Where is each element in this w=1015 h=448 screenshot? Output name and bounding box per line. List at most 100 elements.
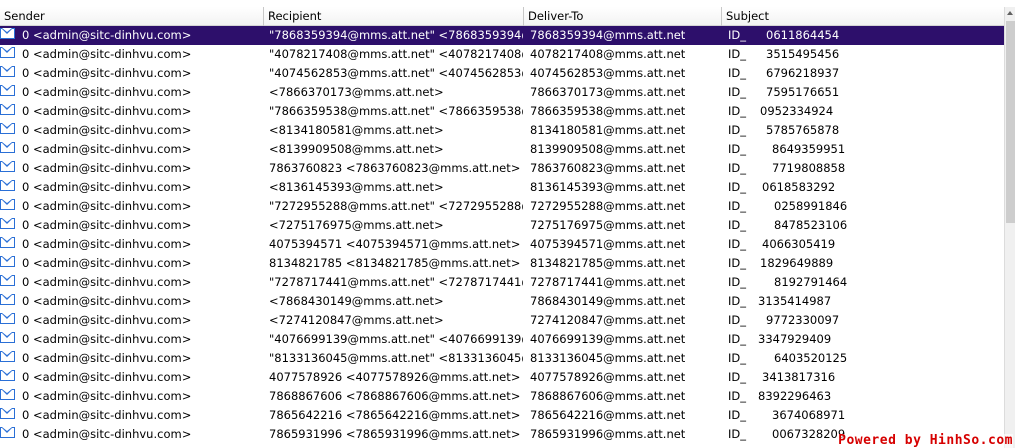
- deliver-to-cell: 7275176975@mms.att.net: [530, 218, 686, 232]
- deliver-to-cell: 4074562853@mms.att.net: [530, 66, 686, 80]
- subject-cell: ID_ 8192791464: [728, 273, 1004, 292]
- message-row[interactable]: 0 <admin@sitc-dinhvu.com> "4076699139@mms…: [0, 330, 1004, 349]
- recipient-cell: 7863760823 <7863760823@mms.att.net>: [269, 161, 521, 175]
- message-row[interactable]: 0 <admin@sitc-dinhvu.com> <8136145393@mms…: [0, 178, 1004, 197]
- scroll-thumb[interactable]: [1006, 21, 1015, 223]
- watermark-text: Powered by HinhSo.com: [838, 433, 1013, 448]
- subject-cell: ID_ 9772330097: [728, 311, 1004, 330]
- envelope-icon: [0, 406, 18, 425]
- recipient-cell: <7868430149@mms.att.net>: [269, 294, 444, 308]
- envelope-icon: [0, 311, 18, 330]
- subject-prefix: ID_: [728, 408, 746, 422]
- scroll-up-arrow-icon[interactable]: [1005, 7, 1015, 19]
- message-row[interactable]: 0 <admin@sitc-dinhvu.com> "7866359538@mms…: [0, 102, 1004, 121]
- message-row[interactable]: 0 <admin@sitc-dinhvu.com> 4077578926 <407…: [0, 368, 1004, 387]
- message-row[interactable]: 0 <admin@sitc-dinhvu.com> <7868430149@mms…: [0, 292, 1004, 311]
- message-row[interactable]: 0 <admin@sitc-dinhvu.com> <7275176975@mms…: [0, 216, 1004, 235]
- sender-cell: 0 <admin@sitc-dinhvu.com>: [22, 123, 192, 137]
- deliver-to-cell: 8133136045@mms.att.net: [530, 351, 686, 365]
- subject-prefix: ID_: [728, 275, 746, 289]
- message-row[interactable]: 0 <admin@sitc-dinhvu.com> "8133136045@mms…: [0, 349, 1004, 368]
- subject-number: 5785765878: [766, 123, 840, 137]
- subject-prefix: ID_: [728, 389, 746, 403]
- subject-prefix: ID_: [728, 123, 746, 137]
- column-header-subject[interactable]: Subject: [722, 7, 1004, 26]
- subject-cell: ID_ 8478523106: [728, 216, 1004, 235]
- subject-cell: ID_ 5785765878: [728, 121, 1004, 140]
- message-row[interactable]: 0 <admin@sitc-dinhvu.com> <7866370173@mms…: [0, 83, 1004, 102]
- deliver-to-cell: 7865931996@mms.att.net: [530, 427, 686, 441]
- subject-number: 7595176651: [766, 85, 840, 99]
- recipient-cell: <7275176975@mms.att.net>: [269, 218, 444, 232]
- message-row[interactable]: 0 <admin@sitc-dinhvu.com> "4078217408@mms…: [0, 45, 1004, 64]
- subject-number: 3135414987: [758, 294, 832, 308]
- message-row[interactable]: 0 <admin@sitc-dinhvu.com> "7868359394@mms…: [0, 26, 1004, 45]
- subject-prefix: ID_: [728, 199, 746, 213]
- envelope-icon: [0, 216, 18, 235]
- sender-cell: 0 <admin@sitc-dinhvu.com>: [22, 66, 192, 80]
- sender-cell: 0 <admin@sitc-dinhvu.com>: [22, 161, 192, 175]
- subject-prefix: ID_: [728, 104, 746, 118]
- recipient-cell: "7272955288@mms.att.net" <7272955288@mm.…: [269, 199, 523, 213]
- sender-cell: 0 <admin@sitc-dinhvu.com>: [22, 370, 192, 384]
- message-list[interactable]: Sender Recipient Deliver-To Subject 0 <a…: [0, 0, 1004, 448]
- envelope-icon: [0, 292, 18, 311]
- message-row[interactable]: 0 <admin@sitc-dinhvu.com> 4075394571 <407…: [0, 235, 1004, 254]
- column-header-bar: Sender Recipient Deliver-To Subject: [0, 7, 1004, 26]
- message-row[interactable]: 0 <admin@sitc-dinhvu.com> "7272955288@mms…: [0, 197, 1004, 216]
- sender-cell: 0 <admin@sitc-dinhvu.com>: [22, 389, 192, 403]
- envelope-icon: [0, 64, 18, 83]
- deliver-to-cell: 7868867606@mms.att.net: [530, 389, 686, 403]
- recipient-cell: <7866370173@mms.att.net>: [269, 85, 444, 99]
- message-row[interactable]: 0 <admin@sitc-dinhvu.com> "7278717441@mms…: [0, 273, 1004, 292]
- subject-prefix: ID_: [728, 332, 746, 346]
- subject-cell: ID_ 0952334924: [728, 102, 1004, 121]
- message-row[interactable]: 0 <admin@sitc-dinhvu.com> 7863760823 <786…: [0, 159, 1004, 178]
- subject-number: 3413817316: [762, 370, 836, 384]
- deliver-to-cell: 4076699139@mms.att.net: [530, 332, 686, 346]
- deliver-to-cell: 7865642216@mms.att.net: [530, 408, 686, 422]
- message-row[interactable]: 0 <admin@sitc-dinhvu.com> "4074562853@mms…: [0, 64, 1004, 83]
- subject-prefix: ID_: [728, 218, 746, 232]
- deliver-to-cell: 8134180581@mms.att.net: [530, 123, 686, 137]
- envelope-icon: [0, 235, 18, 254]
- subject-number: 3347929409: [758, 332, 832, 346]
- subject-prefix: ID_: [728, 85, 746, 99]
- subject-number: 0618583292: [762, 180, 836, 194]
- column-header-recipient[interactable]: Recipient: [264, 7, 524, 26]
- subject-number: 0258991846: [774, 199, 848, 213]
- deliver-to-cell: 7272955288@mms.att.net: [530, 199, 686, 213]
- envelope-icon: [0, 121, 18, 140]
- column-header-deliver-to[interactable]: Deliver-To: [524, 7, 722, 26]
- envelope-icon: [0, 254, 18, 273]
- sender-cell: 0 <admin@sitc-dinhvu.com>: [22, 85, 192, 99]
- subject-number: 8392296463: [758, 389, 832, 403]
- message-row[interactable]: 0 <admin@sitc-dinhvu.com> 7868867606 <786…: [0, 387, 1004, 406]
- message-row[interactable]: 0 <admin@sitc-dinhvu.com> 8134821785 <813…: [0, 254, 1004, 273]
- message-row[interactable]: 0 <admin@sitc-dinhvu.com> <8139909508@mms…: [0, 140, 1004, 159]
- subject-number: 6796218937: [766, 66, 840, 80]
- subject-cell: ID_ 3515495456: [728, 45, 1004, 64]
- subject-prefix: ID_: [728, 351, 746, 365]
- vertical-scrollbar[interactable]: [1004, 7, 1015, 448]
- subject-cell: ID_ 7595176651: [728, 83, 1004, 102]
- subject-number: 9772330097: [766, 313, 840, 327]
- subject-number: 3674068971: [772, 408, 846, 422]
- subject-prefix: ID_: [728, 427, 746, 441]
- sender-cell: 0 <admin@sitc-dinhvu.com>: [22, 427, 192, 441]
- message-row[interactable]: 0 <admin@sitc-dinhvu.com> <8134180581@mms…: [0, 121, 1004, 140]
- subject-prefix: ID_: [728, 313, 746, 327]
- subject-number: 8192791464: [774, 275, 848, 289]
- column-header-sender[interactable]: Sender: [0, 7, 264, 26]
- subject-prefix: ID_: [728, 28, 746, 42]
- recipient-cell: <8139909508@mms.att.net>: [269, 142, 444, 156]
- envelope-icon: [0, 140, 18, 159]
- envelope-icon: [0, 387, 18, 406]
- recipient-cell: "7278717441@mms.att.net" <7278717441@mm.…: [269, 275, 523, 289]
- deliver-to-cell: 7868359394@mms.att.net: [530, 28, 686, 42]
- message-row[interactable]: 0 <admin@sitc-dinhvu.com> 7865642216 <786…: [0, 406, 1004, 425]
- subject-cell: ID_ 0258991846: [728, 197, 1004, 216]
- envelope-icon: [0, 159, 18, 178]
- message-row[interactable]: 0 <admin@sitc-dinhvu.com> <7274120847@mms…: [0, 311, 1004, 330]
- subject-prefix: ID_: [728, 66, 746, 80]
